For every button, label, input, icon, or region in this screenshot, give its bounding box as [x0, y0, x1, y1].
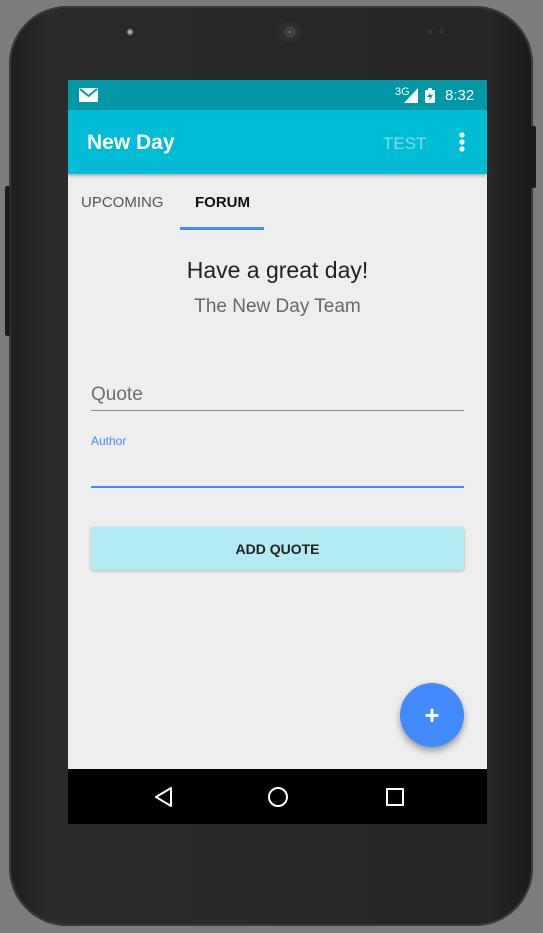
status-bar: 3G 8:32 — [68, 80, 487, 110]
navigation-bar — [68, 769, 487, 824]
add-quote-button[interactable]: ADD QUOTE — [91, 527, 464, 570]
signal-icon — [404, 88, 418, 103]
app-bar: New Day TEST — [68, 110, 487, 174]
clock: 8:32 — [445, 87, 475, 104]
device-screen: 3G 8:32 New Day TEST UPCOMING FORUM Have… — [68, 80, 487, 824]
light-sensor — [439, 29, 444, 34]
proximity-sensor — [427, 29, 432, 34]
power-button — [531, 126, 536, 188]
author-field-label: Author — [91, 434, 127, 448]
front-camera — [125, 27, 135, 37]
more-vert-icon[interactable] — [452, 128, 472, 156]
volume-button — [5, 186, 10, 336]
message-icon — [79, 88, 98, 102]
author-input[interactable] — [91, 454, 464, 488]
app-title: New Day — [87, 131, 175, 154]
earpiece-speaker — [279, 21, 301, 43]
battery-icon — [425, 88, 435, 103]
tab-indicator — [180, 227, 264, 230]
tab-forum[interactable]: FORUM — [195, 194, 250, 211]
team-signature: The New Day Team — [194, 296, 361, 317]
greeting-headline: Have a great day! — [186, 257, 369, 283]
home-icon[interactable] — [266, 785, 290, 809]
back-icon[interactable] — [152, 785, 176, 809]
recents-icon[interactable] — [383, 785, 407, 809]
add-fab-button[interactable]: + — [400, 683, 464, 747]
tab-upcoming[interactable]: UPCOMING — [81, 194, 164, 211]
quote-input[interactable] — [91, 380, 464, 411]
test-action-button[interactable]: TEST — [383, 134, 426, 154]
